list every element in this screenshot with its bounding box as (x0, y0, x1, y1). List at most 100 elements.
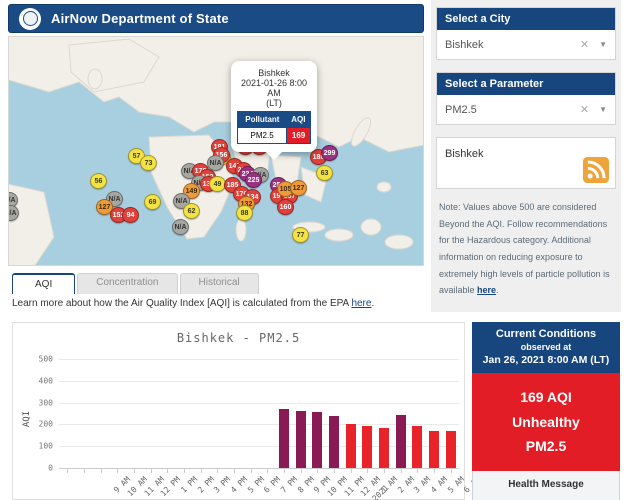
x-tick-mark (184, 469, 185, 473)
x-tick-mark (117, 469, 118, 473)
aqi-bar[interactable] (346, 424, 356, 468)
aqi-bar[interactable] (429, 431, 439, 468)
current-parameter: PM2.5 (476, 434, 616, 459)
x-tick-mark (67, 469, 68, 473)
note-text: Note: Values above 500 are considered Be… (439, 202, 610, 295)
x-tick-mark (451, 469, 452, 473)
x-tick-mark (284, 469, 285, 473)
rss-feed-box: Bishkek (436, 137, 616, 189)
x-axis-line (59, 468, 459, 469)
clear-icon[interactable]: ✕ (580, 38, 589, 51)
current-conditions-panel: Current Conditions observed at Jan 26, 2… (472, 322, 620, 500)
parameter-select-box: Select a Parameter PM2.5 ✕ ▼ (436, 72, 616, 125)
popup-col-pollutant: Pollutant (238, 112, 287, 128)
x-tick-mark (334, 469, 335, 473)
parameter-select[interactable]: PM2.5 ✕ ▼ (437, 95, 615, 124)
note-suffix: . (496, 285, 499, 295)
observed-at-label: observed at (476, 342, 616, 352)
city-select[interactable]: Bishkek ✕ ▼ (437, 30, 615, 59)
aqi-marker[interactable]: 299 (321, 145, 338, 161)
aqi-bar[interactable] (279, 409, 289, 468)
x-tick-mark (84, 469, 85, 473)
learn-more-prefix: Learn more about how the Air Quality Ind… (12, 298, 351, 309)
aqi-marker[interactable]: 56 (90, 173, 107, 189)
aqi-marker[interactable]: 63 (316, 165, 333, 181)
aqi-bar[interactable] (396, 415, 406, 468)
x-tick-mark (317, 469, 318, 473)
city-select-box: Select a City Bishkek ✕ ▼ (436, 7, 616, 60)
x-tick-mark (251, 469, 252, 473)
aqi-bar[interactable] (446, 431, 456, 468)
aqi-marker[interactable]: N/A (172, 219, 189, 235)
city-select-header: Select a City (437, 8, 615, 30)
y-tick-label: 300 (39, 398, 53, 407)
x-tick-mark (351, 469, 352, 473)
clear-icon[interactable]: ✕ (580, 103, 589, 116)
current-aqi-level: Unhealthy (476, 410, 616, 435)
aqi-bar[interactable] (412, 426, 422, 468)
y-tick-label: 100 (39, 442, 53, 451)
y-tick-label: 200 (39, 420, 53, 429)
rss-icon[interactable] (583, 157, 609, 183)
note-link[interactable]: here (477, 285, 496, 295)
current-conditions-header: Current Conditions observed at Jan 26, 2… (472, 322, 620, 373)
popup-aqi-value: 169 (287, 128, 311, 144)
chevron-down-icon[interactable]: ▼ (599, 105, 607, 114)
aqi-marker[interactable]: 127 (290, 180, 307, 196)
health-message-title: Health Message (480, 479, 612, 490)
x-tick-mark (101, 469, 102, 473)
aqi-marker[interactable]: 77 (292, 227, 309, 243)
aqi-marker[interactable]: 73 (140, 155, 157, 171)
parameter-select-value: PM2.5 (445, 104, 580, 116)
popup-datetime: 2021-01-26 8:00 AM (237, 78, 311, 98)
tab-historical[interactable]: Historical (180, 273, 259, 294)
sidebar-note: Note: Values above 500 are considered Be… (436, 199, 616, 299)
aqi-marker[interactable]: 225 (245, 172, 262, 188)
tab-concentration[interactable]: Concentration (77, 273, 177, 294)
aqi-bar[interactable] (362, 426, 372, 468)
learn-more-suffix: . (371, 298, 374, 309)
view-tabs: AQI Concentration Historical (12, 273, 259, 294)
aqi-marker[interactable]: N/A (207, 155, 224, 171)
aqi-marker[interactable]: 94 (122, 207, 139, 223)
parameter-select-header: Select a Parameter (437, 73, 615, 95)
aqi-marker[interactable]: 160 (277, 199, 294, 215)
x-tick-mark (367, 469, 368, 473)
rss-city-label: Bishkek (445, 148, 484, 160)
gridline (59, 381, 459, 382)
sidebar: Select a City Bishkek ✕ ▼ Select a Param… (431, 0, 621, 312)
map-popup: Bishkek 2021-01-26 8:00 AM (LT) Pollutan… (231, 61, 317, 152)
learn-more-link[interactable]: here (351, 298, 371, 309)
aqi-bar[interactable] (329, 416, 339, 468)
health-message-text: Everyone may begin to experience health … (480, 497, 612, 500)
popup-lt: (LT) (237, 98, 311, 108)
aqi-marker[interactable]: 88 (236, 205, 253, 221)
aqi-bar[interactable] (312, 412, 322, 468)
chart-title: Bishkek - PM2.5 (13, 331, 464, 345)
x-tick-mark (417, 469, 418, 473)
aqi-bar[interactable] (296, 411, 306, 468)
gridline (59, 359, 459, 360)
x-tick-mark (401, 469, 402, 473)
chart-plot-area: AQI 01002003004005009 AM10 AM11 AM12 PM1… (59, 359, 459, 468)
health-message-box: Health Message Everyone may begin to exp… (472, 471, 620, 500)
x-tick-mark (151, 469, 152, 473)
aqi-marker[interactable]: 62 (183, 203, 200, 219)
tab-aqi[interactable]: AQI (12, 273, 75, 294)
city-select-value: Bishkek (445, 39, 580, 51)
y-tick-label: 0 (48, 464, 53, 473)
x-tick-mark (217, 469, 218, 473)
popup-table: Pollutant AQI PM2.5 169 (237, 111, 311, 144)
world-map[interactable]: 57735695N/A178162N/A13949149N/A6962N/AN/… (8, 36, 424, 266)
y-tick-label: 500 (39, 355, 53, 364)
x-tick-mark (234, 469, 235, 473)
x-tick-mark (134, 469, 135, 473)
chevron-down-icon[interactable]: ▼ (599, 40, 607, 49)
y-tick-label: 400 (39, 376, 53, 385)
aqi-marker[interactable]: 69 (144, 194, 161, 210)
x-tick-mark (301, 469, 302, 473)
current-aqi-value: 169 AQI (476, 385, 616, 410)
dos-seal-icon (19, 8, 41, 30)
app-header: AirNow Department of State (8, 4, 424, 33)
aqi-bar[interactable] (379, 428, 389, 468)
